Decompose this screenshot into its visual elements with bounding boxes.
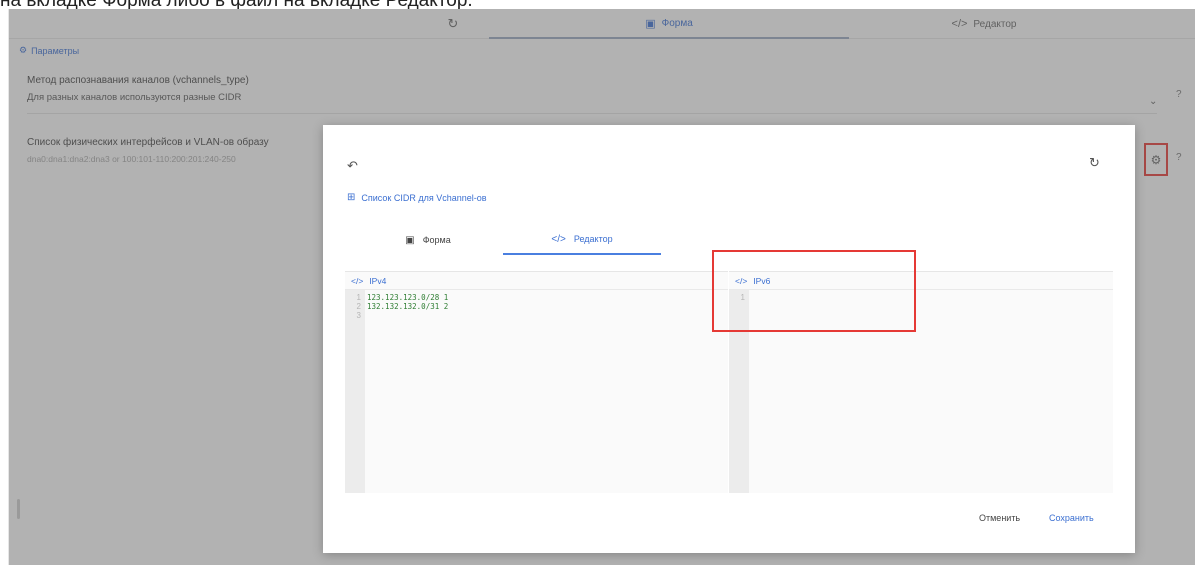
dialog-refresh-button[interactable]: ↻ xyxy=(1089,155,1100,171)
cancel-button[interactable]: Отменить xyxy=(979,513,1020,523)
ipv4-editor[interactable]: </> IPv4 1 123.123.123.0/28 1 2 132.132.… xyxy=(345,271,728,493)
ipv4-title: IPv4 xyxy=(369,275,387,286)
line-number: 2 xyxy=(356,302,361,311)
save-button[interactable]: Сохранить xyxy=(1049,513,1094,523)
line-code: 123.123.123.0/28 1 xyxy=(367,293,449,302)
code-line: 2 132.132.132.0/31 2 xyxy=(349,302,724,311)
code-line: 3 xyxy=(349,311,724,320)
undo-button[interactable]: ↶ xyxy=(347,158,358,174)
line-number: 3 xyxy=(356,311,361,320)
cidr-dialog: ↶ ↻ ⊞ Список CIDR для Vchannel-ов ▣ Форм… xyxy=(323,125,1135,553)
dialog-tab-editor[interactable]: </> Редактор xyxy=(503,225,661,255)
form-icon: ▣ xyxy=(405,234,415,246)
dialog-tab-form[interactable]: ▣ Форма xyxy=(378,225,478,255)
line-number: 1 xyxy=(356,293,361,302)
dialog-tab-form-label: Форма xyxy=(422,235,451,245)
undo-icon: ↶ xyxy=(347,158,358,173)
refresh-icon: ↻ xyxy=(1089,155,1100,170)
line-gutter xyxy=(345,290,365,493)
line-code: 132.132.132.0/31 2 xyxy=(367,302,449,311)
dialog-title-text: Список CIDR для Vchannel-ов xyxy=(361,192,487,203)
dialog-title: ⊞ Список CIDR для Vchannel-ов xyxy=(347,192,487,203)
ipv4-lines[interactable]: 1 123.123.123.0/28 1 2 132.132.132.0/31 … xyxy=(349,293,724,320)
ipv4-header: </> IPv4 xyxy=(345,272,728,290)
code-line: 1 123.123.123.0/28 1 xyxy=(349,293,724,302)
code-icon: </> xyxy=(551,233,566,245)
highlight-box xyxy=(712,250,916,332)
code-icon: </> xyxy=(351,275,364,286)
table-icon: ⊞ xyxy=(347,192,356,203)
resize-handle[interactable] xyxy=(17,499,20,519)
dialog-tab-editor-label: Редактор xyxy=(573,234,613,244)
